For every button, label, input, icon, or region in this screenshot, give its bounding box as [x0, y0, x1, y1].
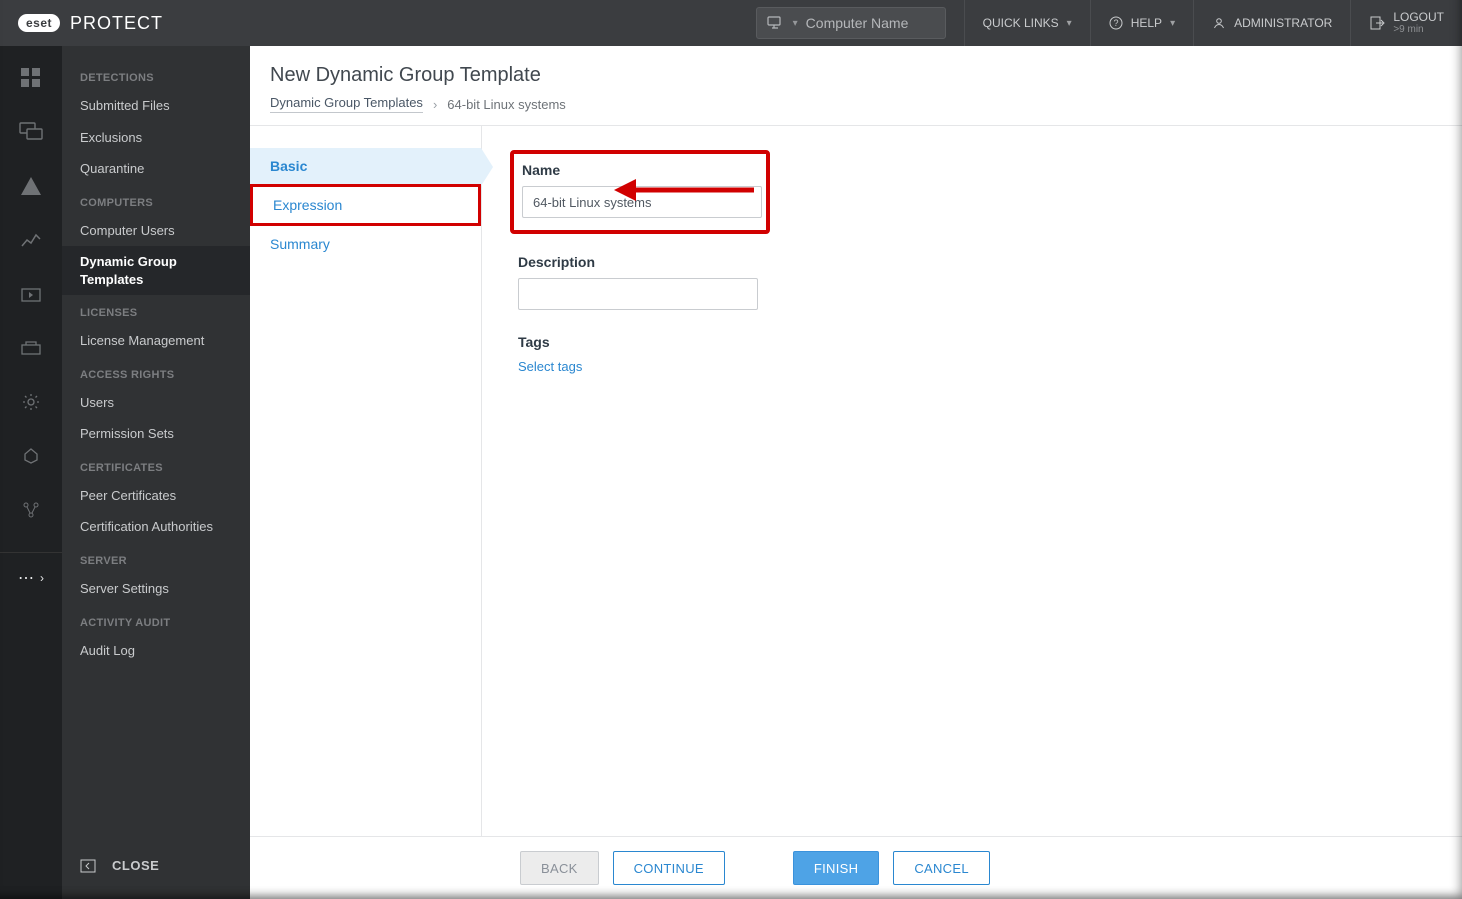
breadcrumb-root[interactable]: Dynamic Group Templates: [270, 95, 423, 113]
rail-dashboard-icon[interactable]: [0, 60, 62, 96]
step-basic[interactable]: Basic: [250, 148, 481, 184]
computer-name-search[interactable]: ▾ Computer Name: [756, 7, 946, 39]
help-menu[interactable]: ? HELP ▾: [1090, 0, 1193, 46]
side-group-certificates: CERTIFICATES: [62, 450, 250, 480]
side-item-server-settings[interactable]: Server Settings: [62, 573, 250, 605]
name-input[interactable]: [522, 186, 762, 218]
rail-notifications-icon[interactable]: [0, 438, 62, 474]
brand-eset-badge: eset: [18, 14, 60, 32]
side-group-licenses: LICENSES: [62, 295, 250, 325]
content: New Dynamic Group Template Dynamic Group…: [250, 46, 1462, 899]
help-label: HELP: [1131, 16, 1162, 30]
chevron-down-icon: ▾: [1170, 18, 1175, 29]
cancel-button[interactable]: CANCEL: [893, 851, 990, 885]
back-button[interactable]: BACK: [520, 851, 599, 885]
brand: eset PROTECT: [0, 13, 250, 34]
side-item-certification-authorities[interactable]: Certification Authorities: [62, 511, 250, 543]
rail-reports-icon[interactable]: [0, 222, 62, 258]
rail-policies-icon[interactable]: [0, 330, 62, 366]
logout-label: LOGOUT: [1393, 11, 1444, 24]
wizard-steps: Basic Expression Summary: [250, 126, 482, 836]
side-item-permission-sets[interactable]: Permission Sets: [62, 418, 250, 450]
breadcrumb: Dynamic Group Templates › 64-bit Linux s…: [270, 95, 1442, 113]
footer-bar: BACK CONTINUE FINISH CANCEL: [250, 836, 1462, 899]
step-expression[interactable]: Expression: [250, 184, 481, 226]
logout-button[interactable]: LOGOUT >9 min: [1350, 0, 1462, 46]
select-tags-link[interactable]: Select tags: [518, 359, 582, 374]
side-group-detections: DETECTIONS: [62, 60, 250, 90]
rail-status-icon[interactable]: [0, 492, 62, 528]
name-highlight: Name: [510, 150, 770, 234]
rail-computers-icon[interactable]: [0, 114, 62, 150]
chevron-down-icon: ▾: [1067, 18, 1072, 29]
finish-button[interactable]: FINISH: [793, 851, 879, 885]
page-header: New Dynamic Group Template Dynamic Group…: [250, 46, 1462, 126]
form-area: Name Description Tags Select tags: [482, 126, 1462, 836]
page-title: New Dynamic Group Template: [270, 64, 1442, 87]
quick-links-menu[interactable]: QUICK LINKS ▾: [964, 0, 1090, 46]
logout-icon: [1369, 15, 1385, 31]
collapse-icon: [80, 859, 96, 873]
icon-rail: ⋯ ›: [0, 46, 62, 899]
breadcrumb-sep: ›: [433, 97, 437, 112]
side-close-label: CLOSE: [112, 858, 159, 873]
side-item-computer-users[interactable]: Computer Users: [62, 215, 250, 247]
help-icon: ?: [1109, 16, 1123, 30]
tags-label: Tags: [518, 334, 778, 350]
side-item-license-management[interactable]: License Management: [62, 325, 250, 357]
admin-label: ADMINISTRATOR: [1234, 16, 1332, 30]
side-item-exclusions[interactable]: Exclusions: [62, 122, 250, 154]
description-input[interactable]: [518, 278, 758, 310]
side-item-quarantine[interactable]: Quarantine: [62, 153, 250, 185]
side-group-computers: COMPUTERS: [62, 185, 250, 215]
topbar: eset PROTECT ▾ Computer Name QUICK LINKS…: [0, 0, 1462, 46]
user-icon: [1212, 16, 1226, 30]
administrator-menu[interactable]: ADMINISTRATOR: [1193, 0, 1350, 46]
side-item-dynamic-group-templates[interactable]: Dynamic Group Templates: [62, 246, 250, 295]
side-group-server: SERVER: [62, 543, 250, 573]
side-group-activity-audit: ACTIVITY AUDIT: [62, 605, 250, 635]
main: ⋯ › DETECTIONS Submitted Files Exclusion…: [0, 46, 1462, 899]
description-label: Description: [518, 254, 778, 270]
continue-button[interactable]: CONTINUE: [613, 851, 725, 885]
side-close-button[interactable]: CLOSE: [62, 842, 250, 899]
svg-text:?: ?: [1113, 18, 1118, 28]
rail-more-icon[interactable]: ⋯ ›: [0, 552, 62, 588]
side-panel: DETECTIONS Submitted Files Exclusions Qu…: [62, 46, 250, 899]
rail-threats-icon[interactable]: [0, 168, 62, 204]
breadcrumb-leaf: 64-bit Linux systems: [447, 97, 566, 112]
step-summary[interactable]: Summary: [250, 226, 481, 262]
logout-timer: >9 min: [1393, 24, 1444, 35]
quick-links-label: QUICK LINKS: [983, 16, 1059, 30]
name-label: Name: [522, 162, 758, 178]
side-group-access-rights: ACCESS RIGHTS: [62, 357, 250, 387]
monitor-icon: [767, 16, 785, 30]
side-item-audit-log[interactable]: Audit Log: [62, 635, 250, 667]
rail-settings-icon[interactable]: [0, 384, 62, 420]
side-item-submitted-files[interactable]: Submitted Files: [62, 90, 250, 122]
search-placeholder: Computer Name: [806, 15, 909, 31]
workarea: Basic Expression Summary Name Descriptio…: [250, 126, 1462, 836]
side-item-users[interactable]: Users: [62, 387, 250, 419]
chevron-down-icon: ▾: [793, 18, 798, 29]
rail-installers-icon[interactable]: [0, 276, 62, 312]
side-item-peer-certificates[interactable]: Peer Certificates: [62, 480, 250, 512]
brand-product: PROTECT: [70, 13, 163, 34]
